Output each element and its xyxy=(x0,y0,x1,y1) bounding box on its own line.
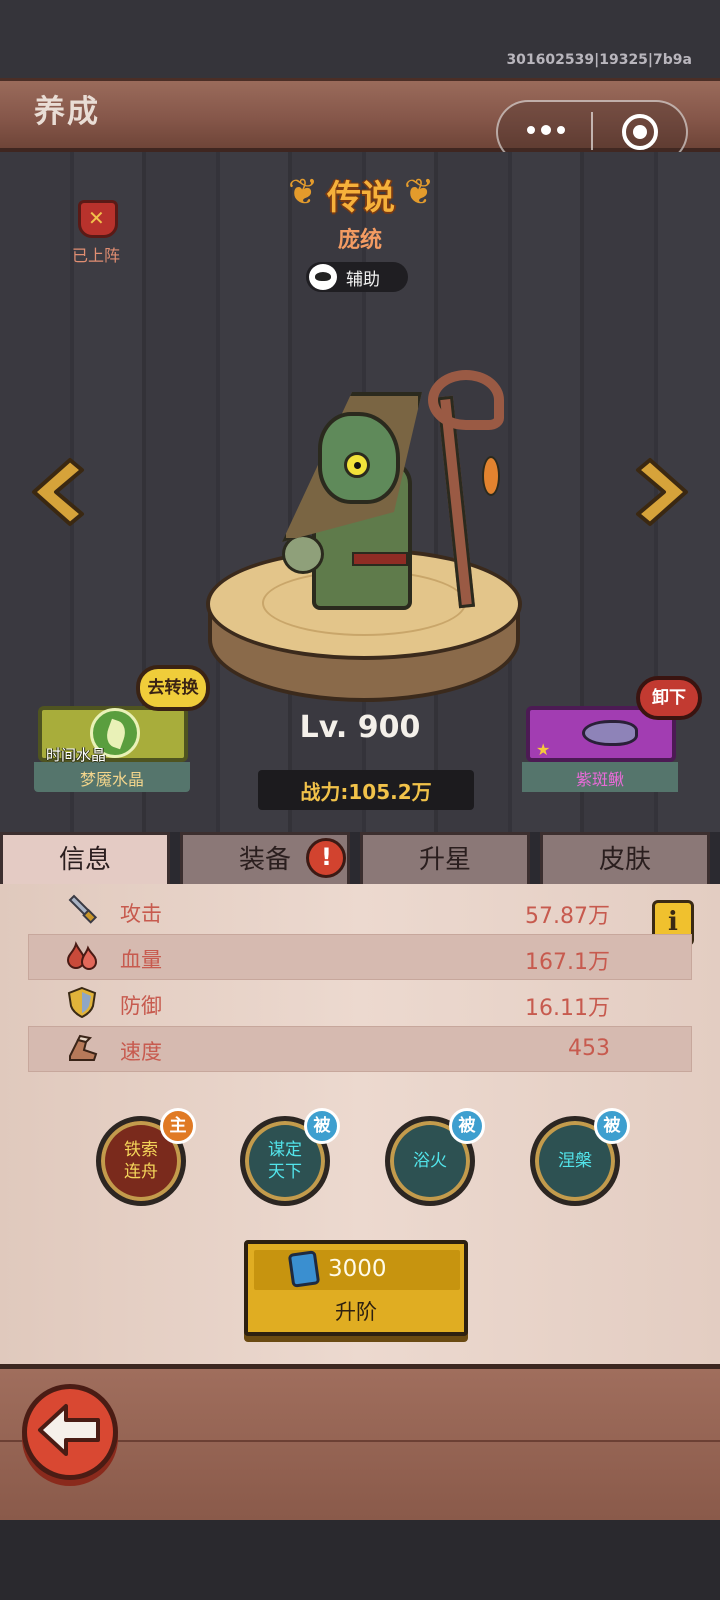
bottom-strip xyxy=(0,1520,720,1600)
boot-icon xyxy=(69,1034,98,1061)
hero-belt xyxy=(352,552,408,566)
hero-staff-head xyxy=(428,370,504,430)
stat-label: 防御 xyxy=(120,994,162,1018)
skill-tag-active: 主 xyxy=(160,1108,196,1144)
skill-name-line: 连舟 xyxy=(124,1162,158,1182)
deployed-badge-icon xyxy=(78,200,118,238)
blood-icon xyxy=(66,941,98,970)
stat-value: 16.11万 xyxy=(525,996,610,1021)
stat-label: 血量 xyxy=(120,948,162,972)
upgrade-label: 升阶 xyxy=(335,1300,377,1324)
crystal-caption: 时间水晶 xyxy=(46,746,107,764)
next-hero-arrow-icon[interactable] xyxy=(634,456,690,528)
gem-icon xyxy=(287,1250,321,1288)
stat-value: 57.87万 xyxy=(525,904,610,929)
capsule-divider xyxy=(591,112,593,150)
tab-star-up[interactable]: 升星 xyxy=(360,832,530,886)
stat-label: 攻击 xyxy=(120,902,162,926)
prev-hero-arrow-icon[interactable] xyxy=(30,456,86,528)
support-role-icon xyxy=(309,264,337,290)
role-label: 辅助 xyxy=(346,270,380,290)
target-icon[interactable] xyxy=(622,114,658,150)
convert-button[interactable]: 去转换 xyxy=(136,665,210,711)
back-arrow-icon xyxy=(38,1404,100,1456)
deployed-label: 已上阵 xyxy=(72,246,121,265)
skill-name-line: 浴火 xyxy=(413,1151,447,1171)
skill-name-line: 铁索 xyxy=(124,1140,158,1160)
tab-info[interactable]: 信息 xyxy=(0,832,170,890)
stat-value: 167.1万 xyxy=(525,950,610,975)
sword-icon xyxy=(68,894,98,924)
stat-value: 453 xyxy=(568,1036,610,1061)
upgrade-cost: 3000 xyxy=(328,1256,387,1282)
star-icon: ★ xyxy=(536,740,551,759)
build-id: 301602539|19325|7b9a xyxy=(506,52,692,68)
crystal-name: 梦魇水晶 xyxy=(79,770,144,789)
power-value: 战力:105.2万 xyxy=(300,780,432,804)
hero-level: Lv. 900 xyxy=(299,710,421,745)
tab-skins[interactable]: 皮肤 xyxy=(540,832,710,886)
stat-label: 速度 xyxy=(120,1040,162,1064)
shield-icon xyxy=(67,986,97,1018)
hero-eye xyxy=(344,452,370,478)
skill-name-line: 涅槃 xyxy=(558,1151,592,1171)
skill-tag-passive: 被 xyxy=(594,1108,630,1144)
hero-name: 庞统 xyxy=(337,228,382,253)
skill-name-line: 谋定 xyxy=(268,1140,302,1160)
skill-name-line: 天下 xyxy=(268,1162,302,1182)
fish-name: 紫斑鳅 xyxy=(575,770,624,789)
more-dots-icon[interactable] xyxy=(520,116,572,144)
skill-tag-passive: 被 xyxy=(449,1108,485,1144)
page-title: 养成 xyxy=(34,94,100,130)
unequip-button[interactable]: 卸下 xyxy=(636,676,702,720)
skill-tag-passive: 被 xyxy=(304,1108,340,1144)
rarity-label: 传说 xyxy=(327,178,395,218)
hero-fish-charm xyxy=(482,456,500,496)
fish-icon xyxy=(582,720,638,746)
alert-icon xyxy=(306,838,346,878)
